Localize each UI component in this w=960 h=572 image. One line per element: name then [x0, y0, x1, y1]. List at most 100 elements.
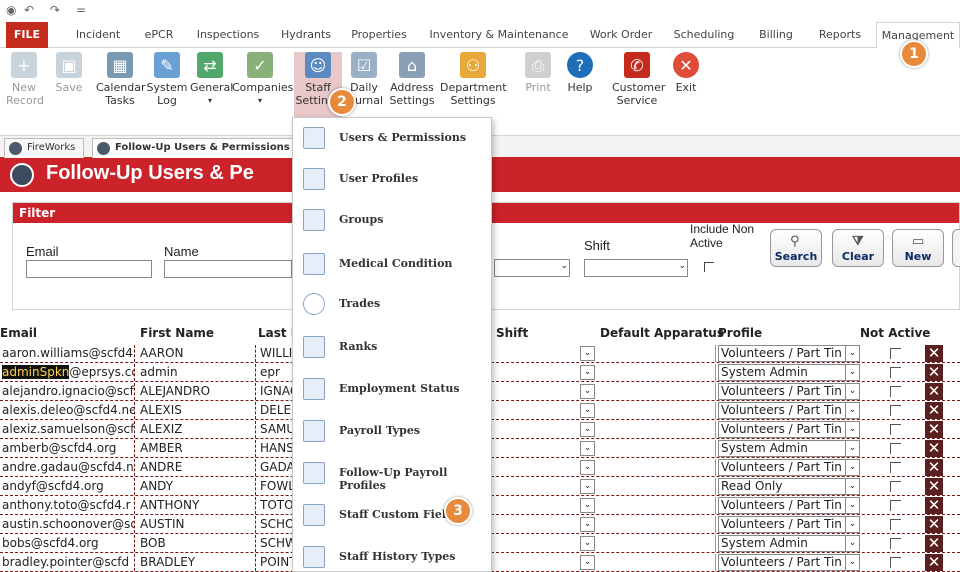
- email-field[interactable]: [26, 260, 152, 278]
- row-default-apparatus[interactable]: [598, 402, 716, 419]
- print-button[interactable]: ⎙ Print: [520, 52, 556, 94]
- row-first-name[interactable]: BOB: [138, 535, 256, 552]
- more-button[interactable]: [952, 229, 960, 267]
- clear-button[interactable]: ⧩ Clear: [832, 229, 884, 267]
- not-active-checkbox[interactable]: [890, 443, 901, 454]
- row-profile-select[interactable]: Volunteers / Part Tin ⌄: [718, 554, 860, 571]
- row-default-apparatus[interactable]: [598, 554, 716, 571]
- delete-icon[interactable]: ✕: [925, 516, 943, 533]
- menu-item-staff-history-types[interactable]: Staff History Types: [293, 537, 491, 572]
- menu-item-medical-condition[interactable]: Medical Condition: [293, 244, 491, 284]
- shift-dropdown[interactable]: ⌄: [580, 422, 595, 437]
- delete-icon[interactable]: ✕: [925, 497, 943, 514]
- row-email[interactable]: austin.schoonover@sc: [0, 516, 135, 533]
- menu-item-groups[interactable]: Groups: [293, 200, 491, 240]
- row-profile-select[interactable]: Volunteers / Part Tin ⌄: [718, 383, 860, 400]
- row-profile-select[interactable]: Volunteers / Part Tin ⌄: [718, 421, 860, 438]
- not-active-checkbox[interactable]: [890, 367, 901, 378]
- customize-icon[interactable]: =: [76, 3, 86, 17]
- help-button[interactable]: ? Help: [562, 52, 598, 94]
- name-field[interactable]: [164, 260, 292, 278]
- rank-select[interactable]: ⌄: [494, 259, 570, 277]
- row-profile-select[interactable]: Volunteers / Part Tin ⌄: [718, 516, 860, 533]
- row-first-name[interactable]: ALEJANDRO: [138, 383, 256, 400]
- row-email[interactable]: alexis.deleo@scfd4.ne: [0, 402, 135, 419]
- row-first-name[interactable]: ANDRE: [138, 459, 256, 476]
- col-email[interactable]: Email: [0, 326, 37, 340]
- row-first-name[interactable]: ALEXIZ: [138, 421, 256, 438]
- tab-hydrants[interactable]: Hydrants: [276, 22, 336, 48]
- menu-item-follow-up-payroll-profiles[interactable]: Follow-Up Payroll Profiles: [293, 453, 491, 493]
- include-non-active-checkbox[interactable]: [704, 262, 714, 272]
- shift-dropdown[interactable]: ⌄: [580, 460, 595, 475]
- tab-inspections[interactable]: Inspections: [192, 22, 264, 48]
- doctab-fireworks[interactable]: FireWorks: [4, 138, 85, 158]
- row-default-apparatus[interactable]: [598, 345, 716, 362]
- search-button[interactable]: ⚲ Search: [770, 229, 822, 267]
- row-email[interactable]: bradley.pointer@scfd: [0, 554, 135, 571]
- not-active-checkbox[interactable]: [890, 481, 901, 492]
- new-button[interactable]: ▭ New: [892, 229, 944, 267]
- row-profile-select[interactable]: Volunteers / Part Tin ⌄: [718, 345, 860, 362]
- tab-file[interactable]: FILE: [6, 22, 48, 48]
- calendar-tasks-button[interactable]: ▦ Calendar Tasks: [96, 52, 145, 107]
- delete-icon[interactable]: ✕: [925, 421, 943, 438]
- col-default-apparatus[interactable]: Default Apparatus: [600, 326, 724, 340]
- delete-icon[interactable]: ✕: [925, 402, 943, 419]
- shift-dropdown[interactable]: ⌄: [580, 441, 595, 456]
- shift-dropdown[interactable]: ⌄: [580, 498, 595, 513]
- not-active-checkbox[interactable]: [890, 519, 901, 530]
- row-first-name[interactable]: AUSTIN: [138, 516, 256, 533]
- row-default-apparatus[interactable]: [598, 516, 716, 533]
- row-default-apparatus[interactable]: [598, 497, 716, 514]
- general-button[interactable]: ⇄ General ▾: [190, 52, 233, 107]
- row-first-name[interactable]: ANTHONY: [138, 497, 256, 514]
- row-default-apparatus[interactable]: [598, 421, 716, 438]
- delete-icon[interactable]: ✕: [925, 459, 943, 476]
- row-email[interactable]: aaron.williams@scfd4: [0, 345, 135, 362]
- row-first-name[interactable]: ALEXIS: [138, 402, 256, 419]
- row-first-name[interactable]: BRADLEY: [138, 554, 256, 571]
- tab-properties[interactable]: Properties: [346, 22, 412, 48]
- row-email[interactable]: anthony.toto@scfd4.r: [0, 497, 135, 514]
- save-button[interactable]: ▣ Save: [52, 52, 86, 94]
- not-active-checkbox[interactable]: [890, 500, 901, 511]
- row-first-name[interactable]: ANDY: [138, 478, 256, 495]
- col-shift[interactable]: Shift: [496, 326, 528, 340]
- row-email[interactable]: andre.gadau@scfd4.n: [0, 459, 135, 476]
- menu-item-employment-status[interactable]: Employment Status: [293, 369, 491, 409]
- delete-icon[interactable]: ✕: [925, 383, 943, 400]
- doctab-follow-up-users[interactable]: Follow-Up Users & Permissions: [92, 138, 299, 158]
- tab-reports[interactable]: Reports: [812, 22, 868, 48]
- undo-icon[interactable]: ↶: [24, 3, 34, 17]
- delete-icon[interactable]: ✕: [925, 554, 943, 571]
- row-default-apparatus[interactable]: [598, 459, 716, 476]
- shift-dropdown[interactable]: ⌄: [580, 479, 595, 494]
- shift-dropdown[interactable]: ⌄: [580, 384, 595, 399]
- col-not-active[interactable]: Not Active: [860, 326, 930, 340]
- not-active-checkbox[interactable]: [890, 557, 901, 568]
- delete-icon[interactable]: ✕: [925, 478, 943, 495]
- exit-button[interactable]: ✕ Exit: [668, 52, 704, 94]
- col-first-name[interactable]: First Name: [140, 326, 214, 340]
- shift-dropdown[interactable]: ⌄: [580, 365, 595, 380]
- menu-item-trades[interactable]: Trades: [293, 284, 491, 324]
- menu-item-user-profiles[interactable]: User Profiles: [293, 159, 491, 199]
- shift-dropdown[interactable]: ⌄: [580, 346, 595, 361]
- row-default-apparatus[interactable]: [598, 478, 716, 495]
- delete-icon[interactable]: ✕: [925, 440, 943, 457]
- row-default-apparatus[interactable]: [598, 364, 716, 381]
- row-profile-select[interactable]: Volunteers / Part Tin ⌄: [718, 459, 860, 476]
- shift-dropdown[interactable]: ⌄: [580, 517, 595, 532]
- new-record-button[interactable]: + New Record: [6, 52, 44, 107]
- row-default-apparatus[interactable]: [598, 440, 716, 457]
- menu-item-ranks[interactable]: Ranks: [293, 327, 491, 367]
- redo-icon[interactable]: ↷: [50, 3, 60, 17]
- not-active-checkbox[interactable]: [890, 462, 901, 473]
- not-active-checkbox[interactable]: [890, 348, 901, 359]
- customer-service-button[interactable]: ✆ Customer Service: [612, 52, 665, 107]
- row-default-apparatus[interactable]: [598, 535, 716, 552]
- row-profile-select[interactable]: Volunteers / Part Tin ⌄: [718, 497, 860, 514]
- shift-dropdown[interactable]: ⌄: [580, 536, 595, 551]
- tab-epcr[interactable]: ePCR: [138, 22, 180, 48]
